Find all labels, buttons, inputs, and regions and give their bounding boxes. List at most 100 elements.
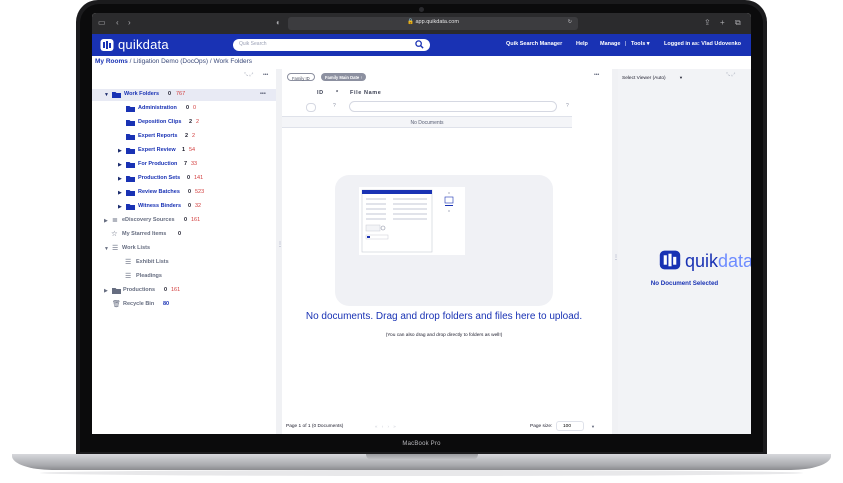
star-icon: ☆ xyxy=(111,229,118,238)
device-model-label: MacBook Pro xyxy=(402,441,441,447)
viewer-select[interactable]: Select Viewer (Auto) ▼ xyxy=(622,75,683,81)
file-name-filter-input[interactable] xyxy=(349,101,557,112)
folder-icon xyxy=(126,190,135,196)
tree-item-production-sets[interactable]: ▶ Production Sets 0 141 xyxy=(92,173,276,185)
brand-name[interactable]: quikdata xyxy=(118,37,169,52)
column-file-name[interactable]: File Name xyxy=(350,90,381,96)
reload-icon[interactable]: ↻ xyxy=(568,19,572,25)
forward-icon[interactable]: › xyxy=(128,18,131,27)
folder-icon xyxy=(126,106,135,112)
help-link[interactable]: Help xyxy=(576,41,588,47)
tree-label: Review Batches xyxy=(138,189,180,195)
tree-item-productions[interactable]: ▶ Productions 0 161 xyxy=(92,285,276,297)
list-icon: ☰ xyxy=(125,273,132,280)
collapse-arrow-icon[interactable]: ▼ xyxy=(104,92,109,98)
sidebar-toggle-icon[interactable]: ▭ xyxy=(98,18,106,27)
total-count: 767 xyxy=(176,91,186,97)
viewer-panel: Select Viewer (Auto) ▼ ⤡ ⤢ quikdata No D… xyxy=(618,69,751,434)
folder-icon xyxy=(126,176,135,182)
tree-label: Expert Review xyxy=(138,147,176,153)
tools-menu[interactable]: Tools ▾ xyxy=(631,41,650,47)
collapse-arrow-icon[interactable]: ▼ xyxy=(104,246,109,252)
tree-item-work-folders[interactable]: ▼ Work Folders 0 767 ••• xyxy=(92,89,276,101)
tree-label: Witness Binders xyxy=(138,203,182,209)
expand-arrow-icon[interactable]: ▶ xyxy=(118,162,122,168)
filter-help-icon[interactable]: ? xyxy=(566,103,569,109)
row-more-icon[interactable]: ••• xyxy=(260,91,266,97)
quik-search-manager-link[interactable]: Quik Search Manager xyxy=(506,41,562,47)
logged-in-user[interactable]: Logged in as: Vlad Udovenko xyxy=(664,41,741,47)
tree-item-deposition-clips[interactable]: Deposition Clips 2 2 xyxy=(92,117,276,129)
folder-icon xyxy=(126,134,135,140)
expand-arrow-icon[interactable]: ▶ xyxy=(118,148,122,154)
tree-label: For Production xyxy=(138,161,178,167)
breadcrumb-my-rooms[interactable]: My Rooms xyxy=(95,58,128,65)
screen: ▭ ‹ › ◐ 🔒 app.quikdata.com ↻ ⇪ + ⧉ quikd… xyxy=(92,13,751,434)
tree-item-recycle-bin[interactable]: 🗑 Recycle Bin 80 xyxy=(92,299,276,311)
viewer-brand: quikdata xyxy=(685,251,751,271)
no-documents-bar: No Documents xyxy=(282,116,572,128)
column-star[interactable]: * xyxy=(336,90,339,96)
page-size-select[interactable]: 100 ▼ xyxy=(556,421,595,431)
manage-link[interactable]: Manage xyxy=(600,41,620,47)
expand-arrow-icon[interactable]: ▶ xyxy=(118,190,122,196)
camera-icon xyxy=(419,7,424,12)
doc-count: 2 xyxy=(189,119,193,125)
tree-item-my-starred-items[interactable]: ☆ My Starred Items 0 xyxy=(92,229,276,241)
tree-label: Exhibit Lists xyxy=(136,259,169,265)
tree-item-work-lists[interactable]: ▼ ☰ Work Lists xyxy=(92,243,276,255)
laptop-shadow xyxy=(40,470,803,476)
share-icon[interactable]: ⇪ xyxy=(704,18,711,27)
expand-arrow-icon[interactable]: ▶ xyxy=(118,204,122,210)
pager-summary: Page 1 of 1 (0 Documents) xyxy=(286,424,344,429)
tree-label: Work Lists xyxy=(122,245,151,251)
tree-item-review-batches[interactable]: ▶ Review Batches 0 523 xyxy=(92,187,276,199)
doc-count: 0 xyxy=(188,189,192,195)
search-placeholder: Quik Search xyxy=(239,41,267,47)
expand-arrow-icon[interactable]: ▶ xyxy=(104,288,108,294)
tree-item-expert-review[interactable]: ▶ Expert Review 1 54 xyxy=(92,145,276,157)
new-tab-icon[interactable]: + xyxy=(720,18,725,27)
address-bar[interactable]: 🔒 app.quikdata.com ↻ xyxy=(288,17,578,30)
documents-more-menu-icon[interactable]: ••• xyxy=(594,72,599,78)
doc-count: 2 xyxy=(185,133,189,139)
id-filter-input[interactable] xyxy=(306,103,316,112)
tree-item-for-production[interactable]: ▶ For Production 7 33 xyxy=(92,159,276,171)
total-count: 2 xyxy=(192,133,196,139)
tree-item-expert-reports[interactable]: Expert Reports 2 2 xyxy=(92,131,276,143)
expand-panel-icon[interactable]: ⤡ ⤢ xyxy=(244,72,253,78)
back-icon[interactable]: ‹ xyxy=(116,18,119,27)
doc-count: 0 xyxy=(186,105,190,111)
tree-item-ediscovery-sources[interactable]: ▶ ≣ eDiscovery Sources 0 161 xyxy=(92,215,276,227)
viewer-expand-icon[interactable]: ⤡ ⤢ xyxy=(726,72,735,78)
folder-icon xyxy=(126,148,135,154)
tree-more-menu-icon[interactable]: ••• xyxy=(263,72,268,78)
total-count: 2 xyxy=(196,119,200,125)
pager-navigation[interactable]: « ‹ › » xyxy=(375,424,397,429)
no-document-selected: No Document Selected xyxy=(650,280,719,287)
family-id-chip[interactable]: Family ID xyxy=(287,73,315,81)
total-count: 141 xyxy=(194,175,204,181)
drop-zone-illustration[interactable] xyxy=(335,175,553,306)
star-filter-help[interactable]: ? xyxy=(333,103,336,109)
chevron-down-icon[interactable]: ▼ xyxy=(591,424,595,429)
tree-item-administration[interactable]: Administration 0 0 xyxy=(92,103,276,115)
shield-icon[interactable]: ◐ xyxy=(276,18,281,27)
chevron-down-icon[interactable]: ▼ xyxy=(679,75,683,80)
column-id[interactable]: ID xyxy=(317,90,324,96)
tree-item-witness-binders[interactable]: ▶ Witness Binders 0 32 xyxy=(92,201,276,213)
page-size-value: 100 xyxy=(563,424,572,429)
search-icon[interactable] xyxy=(415,40,424,49)
family-main-date-chip[interactable]: Family Main Date ↑ xyxy=(321,73,367,81)
folder-tree-panel: ⤡ ⤢ ••• ▼ Work Folders 0 767 ••• Adminis… xyxy=(92,69,276,434)
tabs-icon[interactable]: ⧉ xyxy=(735,18,741,28)
quik-search-input[interactable]: Quik Search xyxy=(233,39,430,51)
list-icon: ☰ xyxy=(125,259,132,266)
tree-item-pleadings[interactable]: ☰ Pleadings xyxy=(92,271,276,283)
productions-folder-icon xyxy=(112,288,121,294)
expand-arrow-icon[interactable]: ▶ xyxy=(118,176,122,182)
tree-item-exhibit-lists[interactable]: ☰ Exhibit Lists xyxy=(92,257,276,269)
folder-icon xyxy=(126,120,135,126)
expand-arrow-icon[interactable]: ▶ xyxy=(104,218,108,224)
nav-separator: | xyxy=(625,41,627,47)
